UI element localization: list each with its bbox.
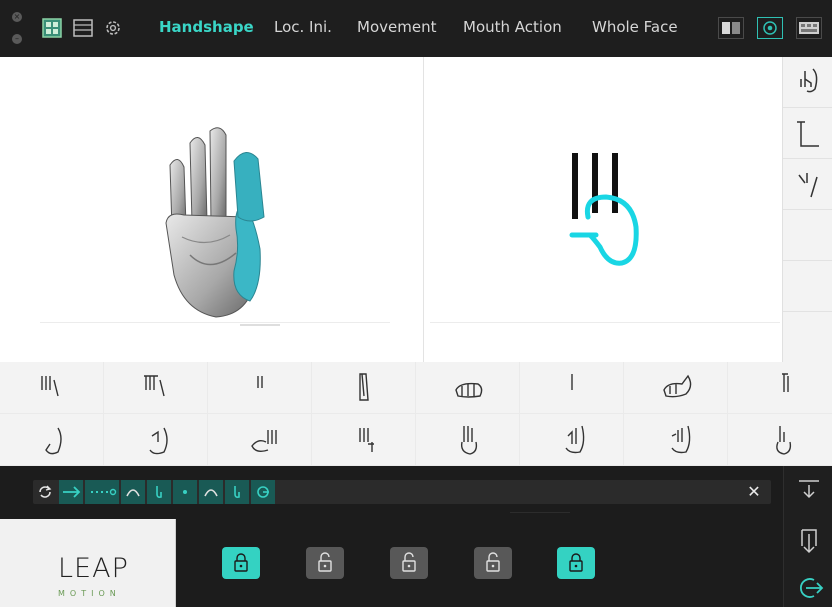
- handshape-option[interactable]: [0, 362, 103, 413]
- circle-arrow-icon[interactable]: [251, 480, 275, 504]
- candidate-item[interactable]: [783, 159, 832, 210]
- target-view-button[interactable]: [757, 17, 783, 39]
- handshape-option[interactable]: [312, 362, 415, 413]
- arrow-right-icon[interactable]: [59, 480, 83, 504]
- handshape-option[interactable]: [416, 362, 519, 413]
- dot-icon[interactable]: [173, 480, 197, 504]
- candidate-column: [782, 57, 832, 362]
- leap-motion-logo: LEAP MOTION: [0, 519, 176, 607]
- handshape-option[interactable]: [728, 414, 832, 465]
- handshape-option[interactable]: [416, 414, 519, 465]
- handshape-option[interactable]: [0, 414, 103, 465]
- candidate-item[interactable]: [783, 312, 832, 363]
- tab-handshape[interactable]: Handshape: [159, 18, 254, 36]
- signwriting-glyph: [560, 147, 650, 272]
- settings-icon[interactable]: [103, 18, 123, 38]
- main-panel: [0, 57, 832, 362]
- candidate-item[interactable]: [783, 210, 832, 261]
- unlock-button[interactable]: [474, 547, 512, 579]
- list-view-icon[interactable]: [73, 18, 93, 38]
- handshape-option[interactable]: [208, 414, 311, 465]
- candidate-item[interactable]: [783, 108, 832, 159]
- sequence-progress: [510, 512, 570, 513]
- dotted-arrow-icon[interactable]: [85, 480, 119, 504]
- unlock-button[interactable]: [306, 547, 344, 579]
- tab-whole-face[interactable]: Whole Face: [592, 18, 678, 36]
- handshape-option[interactable]: [520, 362, 623, 413]
- lock-button[interactable]: [222, 547, 260, 579]
- grid-view-icon[interactable]: [42, 18, 62, 38]
- hook-icon[interactable]: [225, 480, 249, 504]
- top-bar: × – Handshape Loc. Ini. Movement Mouth A…: [0, 0, 832, 57]
- unlock-button[interactable]: [390, 547, 428, 579]
- tab-mouth-action[interactable]: Mouth Action: [463, 18, 562, 36]
- handshape-option[interactable]: [624, 414, 727, 465]
- hand-shadow: [40, 322, 390, 323]
- side-actions: [783, 466, 832, 607]
- clear-sequence-button[interactable]: ✕: [742, 482, 766, 502]
- collapse-icon[interactable]: [796, 476, 822, 502]
- candidate-item[interactable]: [783, 261, 832, 312]
- tab-movement[interactable]: Movement: [357, 18, 436, 36]
- logo-main-text: LEAP: [58, 553, 129, 584]
- glyph-baseline: [430, 322, 780, 323]
- exit-icon[interactable]: [796, 574, 824, 602]
- handshape-grid: [0, 362, 832, 466]
- logo-sub-text: MOTION: [58, 589, 121, 598]
- hand-shadow-line: [240, 324, 280, 326]
- keyboard-view-button[interactable]: [796, 17, 822, 39]
- handshape-option[interactable]: [728, 362, 832, 413]
- candidate-item[interactable]: [783, 57, 832, 108]
- arc-icon[interactable]: [199, 480, 223, 504]
- sequence-bar: ✕: [33, 480, 771, 504]
- hand-3d-preview: [150, 125, 290, 325]
- minimize-window-button[interactable]: –: [12, 34, 22, 44]
- handshape-option[interactable]: [312, 414, 415, 465]
- export-icon[interactable]: [796, 524, 822, 556]
- handshape-option[interactable]: [104, 362, 207, 413]
- panel-divider: [423, 57, 424, 362]
- hook-icon[interactable]: [147, 480, 171, 504]
- tab-loc-ini[interactable]: Loc. Ini.: [274, 18, 332, 36]
- refresh-icon[interactable]: [33, 480, 57, 504]
- handshape-option[interactable]: [624, 362, 727, 413]
- close-window-button[interactable]: ×: [12, 12, 22, 22]
- handshape-option[interactable]: [520, 414, 623, 465]
- lock-button[interactable]: [557, 547, 595, 579]
- arc-icon[interactable]: [121, 480, 145, 504]
- split-view-button[interactable]: [718, 17, 744, 39]
- handshape-option[interactable]: [208, 362, 311, 413]
- handshape-option[interactable]: [104, 414, 207, 465]
